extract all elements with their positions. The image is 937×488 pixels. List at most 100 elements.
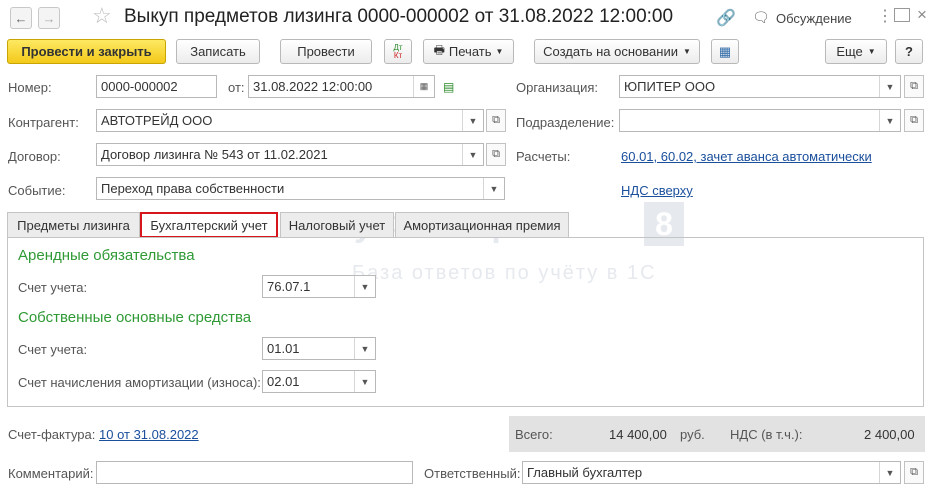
post-button[interactable]: Провести	[280, 39, 372, 64]
contract-field[interactable]: Договор лизинга № 543 от 11.02.2021 ▼	[96, 143, 484, 166]
link-icon[interactable]: 🔗	[716, 8, 736, 28]
tab-accounting[interactable]: Бухгалтерский учет	[140, 212, 278, 238]
counterparty-open-button[interactable]: ⧉	[486, 109, 506, 132]
chevron-down-icon[interactable]: ▼	[879, 462, 900, 483]
open-icon: ⧉	[492, 114, 500, 126]
organization-field[interactable]: ЮПИТЕР ООО ▼	[619, 75, 901, 98]
division-open-button[interactable]: ⧉	[904, 109, 924, 132]
lease-account-field[interactable]: 76.07.1 ▼	[262, 275, 376, 298]
contract-value: Договор лизинга № 543 от 11.02.2021	[101, 147, 328, 162]
depreciation-account-label: Счет начисления амортизации (износа):	[18, 375, 261, 390]
responsible-field[interactable]: Главный бухгалтер ▼	[522, 461, 901, 484]
own-account-field[interactable]: 01.01 ▼	[262, 337, 376, 360]
comment-field[interactable]	[96, 461, 413, 484]
chevron-down-icon: ▼	[682, 47, 691, 56]
open-icon: ⧉	[910, 466, 918, 478]
event-field[interactable]: Переход права собственности ▼	[96, 177, 505, 200]
arrow-left-icon: ←	[14, 10, 28, 26]
date-value: 31.08.2022 12:00:00	[253, 79, 373, 94]
counterparty-label: Контрагент:	[8, 115, 79, 130]
vat-total-value: 2 400,00	[864, 427, 915, 442]
page-title: Выкуп предметов лизинга 0000-000002 от 3…	[124, 6, 674, 27]
chevron-down-icon[interactable]: ▼	[879, 76, 900, 97]
event-value: Переход права собственности	[101, 181, 285, 196]
vat-total-label: НДС (в т.ч.):	[730, 427, 803, 442]
print-label: Печать	[448, 44, 492, 59]
more-vertical-icon[interactable]: ⋮	[877, 6, 893, 26]
calendar-icon[interactable]: ▦	[413, 76, 434, 97]
tab-tax-accounting[interactable]: Налоговый учет	[280, 212, 394, 237]
date-label: от:	[228, 80, 245, 95]
chevron-down-icon[interactable]: ▼	[483, 178, 504, 199]
organization-label: Организация:	[516, 80, 599, 95]
open-icon: ⧉	[910, 114, 918, 126]
total-value: 14 400,00	[609, 427, 667, 442]
comment-label: Комментарий:	[8, 466, 94, 481]
discussion-icon: 🗨	[752, 9, 770, 25]
open-icon: ⧉	[910, 80, 918, 92]
print-button[interactable]: 🖶 Печать ▼	[423, 39, 514, 64]
number-label: Номер:	[8, 80, 52, 95]
organization-value: ЮПИТЕР ООО	[624, 79, 716, 94]
totals-panel: Всего: 14 400,00 руб. НДС (в т.ч.): 2 40…	[509, 416, 925, 452]
create-based-label: Создать на основании	[543, 44, 678, 59]
own-account-value: 01.01	[267, 341, 300, 356]
contract-label: Договор:	[8, 149, 61, 164]
depreciation-account-field[interactable]: 02.01 ▼	[262, 370, 376, 393]
number-settings-icon[interactable]: ▤	[443, 80, 454, 94]
write-button[interactable]: Записать	[176, 39, 260, 64]
number-field[interactable]: 0000-000002	[96, 75, 217, 98]
printer-icon: 🖶	[433, 43, 445, 57]
chevron-down-icon[interactable]: ▼	[462, 144, 483, 165]
discussion-button[interactable]: Обсуждение	[776, 11, 852, 26]
arrow-right-icon: →	[42, 10, 56, 26]
tab-depreciation-bonus[interactable]: Амортизационная премия	[395, 212, 569, 237]
counterparty-field[interactable]: АВТОТРЕЙД ООО ▼	[96, 109, 484, 132]
invoice-label: Счет-фактура:	[8, 427, 96, 442]
favorite-star-icon[interactable]: ☆	[92, 3, 112, 29]
kt-label: Кт	[393, 50, 403, 60]
chevron-down-icon: ▼	[867, 47, 876, 56]
chevron-down-icon[interactable]: ▼	[354, 338, 375, 359]
division-label: Подразделение:	[516, 115, 615, 130]
settlements-label: Расчеты:	[516, 149, 571, 164]
counterparty-value: АВТОТРЕЙД ООО	[101, 113, 213, 128]
date-field[interactable]: 31.08.2022 12:00:00 ▦	[248, 75, 435, 98]
chevron-down-icon[interactable]: ▼	[879, 110, 900, 131]
more-button[interactable]: Еще ▼	[825, 39, 887, 64]
maximize-icon[interactable]	[894, 8, 910, 22]
vat-link[interactable]: НДС сверху	[621, 183, 693, 198]
lease-account-label: Счет учета:	[18, 280, 88, 295]
responsible-open-button[interactable]: ⧉	[904, 461, 924, 484]
lease-account-value: 76.07.1	[267, 279, 311, 294]
invoice-link[interactable]: 10 от 31.08.2022	[99, 427, 199, 442]
tab-leasing-items[interactable]: Предметы лизинга	[7, 212, 140, 237]
organization-open-button[interactable]: ⧉	[904, 75, 924, 98]
settlements-link[interactable]: 60.01, 60.02, зачет аванса автоматически	[621, 149, 872, 164]
accounting-panel: Арендные обязательства Счет учета: 76.07…	[7, 237, 924, 407]
chevron-down-icon[interactable]: ▼	[462, 110, 483, 131]
division-field[interactable]: ▼	[619, 109, 901, 132]
currency-label: руб.	[680, 427, 705, 442]
hierarchy-icon: ▦	[718, 43, 732, 59]
own-assets-heading: Собственные основные средства	[18, 309, 252, 326]
contract-open-button[interactable]: ⧉	[486, 143, 506, 166]
back-button[interactable]: ←	[10, 7, 32, 29]
help-button[interactable]: ?	[895, 39, 923, 64]
dtkt-button[interactable]: Дт Кт	[384, 39, 412, 64]
chevron-down-icon: ▼	[495, 47, 504, 56]
more-label: Еще	[836, 44, 863, 59]
event-label: Событие:	[8, 183, 66, 198]
open-icon: ⧉	[492, 148, 500, 160]
post-and-close-button[interactable]: Провести и закрыть	[7, 39, 166, 64]
create-based-on-button[interactable]: Создать на основании ▼	[534, 39, 700, 64]
responsible-value: Главный бухгалтер	[527, 465, 643, 480]
lease-obligations-heading: Арендные обязательства	[18, 247, 195, 264]
own-account-label: Счет учета:	[18, 342, 88, 357]
chevron-down-icon[interactable]: ▼	[354, 276, 375, 297]
close-icon[interactable]: ×	[917, 5, 927, 25]
structure-button[interactable]: ▦	[711, 39, 739, 64]
depreciation-account-value: 02.01	[267, 374, 300, 389]
chevron-down-icon[interactable]: ▼	[354, 371, 375, 392]
forward-button[interactable]: →	[38, 7, 60, 29]
